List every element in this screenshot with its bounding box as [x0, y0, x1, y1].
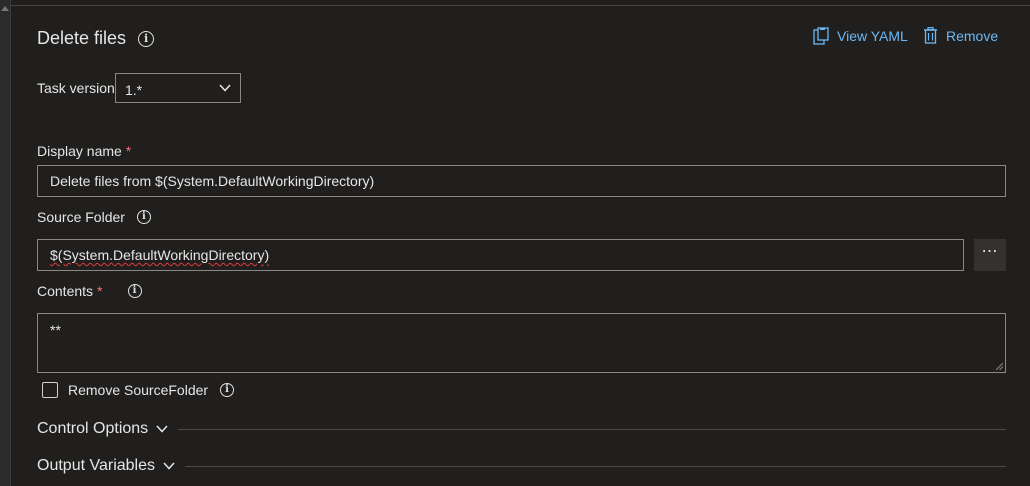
- display-name-field[interactable]: Delete files from $(System.DefaultWorkin…: [37, 165, 1006, 197]
- browse-source-folder-button[interactable]: ⋯: [974, 239, 1006, 271]
- contents-label-row: Contents * i: [37, 283, 142, 299]
- remove-source-folder-label-row: Remove SourceFolder i: [68, 382, 235, 398]
- display-name-label-row: Display name *: [37, 143, 131, 159]
- output-variables-section[interactable]: Output Variables: [37, 457, 1006, 475]
- display-name-value: Delete files from $(System.DefaultWorkin…: [50, 173, 375, 189]
- remove-source-folder-label[interactable]: Remove SourceFolder: [68, 382, 208, 398]
- remove-source-folder-checkbox[interactable]: [42, 382, 58, 398]
- control-options-section[interactable]: Control Options: [37, 420, 1006, 438]
- contents-value: **: [50, 322, 61, 338]
- chevron-down-icon: [219, 84, 231, 92]
- chevron-down-icon: [156, 425, 168, 433]
- output-variables-title: Output Variables: [37, 457, 155, 474]
- task-title: Delete files: [37, 28, 127, 48]
- trash-icon: [924, 27, 937, 44]
- view-yaml-label: View YAML: [837, 28, 908, 44]
- info-icon[interactable]: i: [136, 210, 151, 224]
- info-icon[interactable]: i: [220, 383, 235, 397]
- contents-textarea[interactable]: **: [37, 313, 1006, 373]
- source-folder-field[interactable]: $(System.DefaultWorkingDirectory): [37, 239, 964, 271]
- task-title-row: Delete files i: [37, 28, 155, 49]
- control-options-title: Control Options: [37, 420, 149, 437]
- chevron-down-icon: [163, 462, 175, 470]
- required-marker: *: [125, 143, 132, 159]
- display-name-label: Display name: [37, 143, 122, 159]
- info-icon[interactable]: i: [138, 30, 155, 47]
- info-icon[interactable]: i: [127, 284, 142, 298]
- resize-handle-icon[interactable]: [996, 363, 1003, 370]
- source-folder-label-row: Source Folder i: [37, 209, 151, 225]
- task-version-value: 1.*: [125, 82, 143, 98]
- section-divider: [178, 428, 1006, 430]
- section-divider: [185, 465, 1006, 467]
- vertical-scrollbar[interactable]: [0, 0, 10, 486]
- contents-label: Contents: [37, 283, 94, 299]
- remove-button[interactable]: Remove: [923, 27, 998, 44]
- source-folder-value: $(System.DefaultWorkingDirectory): [50, 247, 270, 263]
- panel-left-border: [10, 0, 11, 486]
- view-yaml-button[interactable]: View YAML: [813, 27, 908, 45]
- task-version-select[interactable]: 1.*: [115, 73, 241, 103]
- clipboard-icon: [813, 27, 829, 45]
- ellipsis-icon: ⋯: [981, 243, 999, 260]
- scroll-up-arrow-icon[interactable]: [1, 6, 9, 11]
- required-marker: *: [97, 283, 103, 299]
- remove-label: Remove: [946, 27, 999, 44]
- panel-top-border: [10, 5, 1030, 6]
- task-version-label: Task version: [37, 80, 115, 96]
- source-folder-label: Source Folder: [37, 209, 125, 225]
